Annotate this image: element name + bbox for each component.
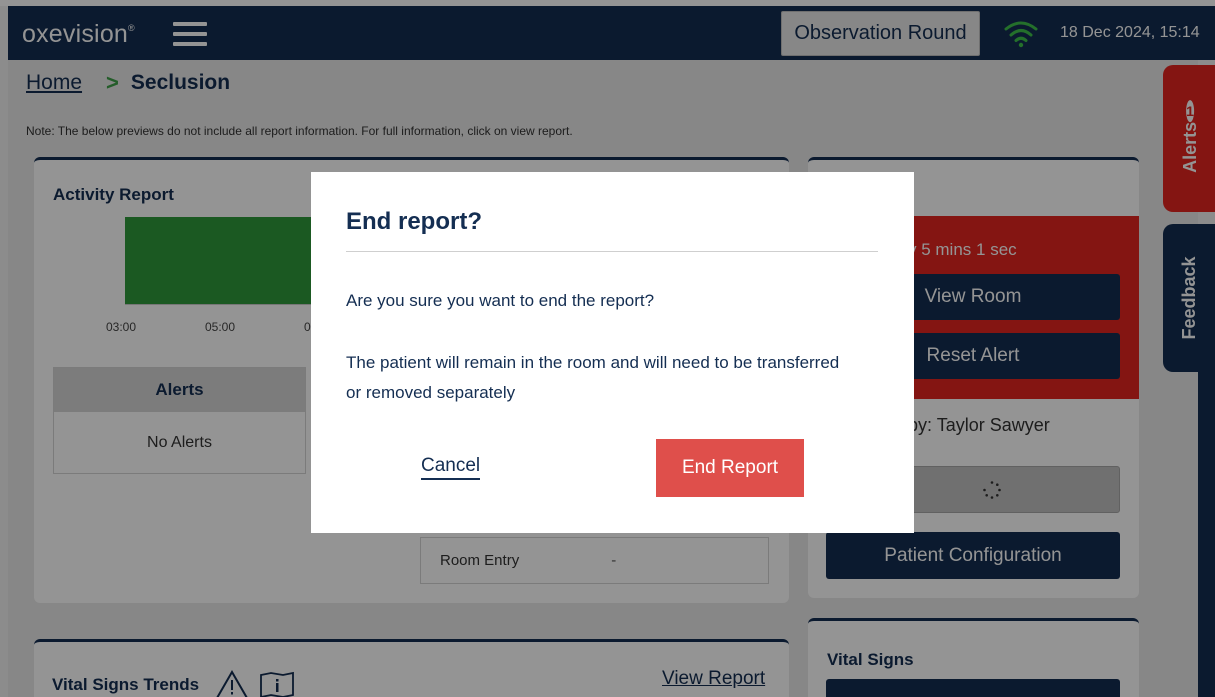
end-report-dialog: End report? Are you sure you want to end… bbox=[311, 172, 914, 533]
dialog-explanation: The patient will remain in the room and … bbox=[346, 353, 840, 402]
app-root: oxevision® Observation Round 18 Dec 2024… bbox=[0, 0, 1215, 697]
dialog-title: End report? bbox=[346, 208, 482, 235]
cancel-button[interactable]: Cancel bbox=[421, 455, 481, 480]
dialog-divider bbox=[346, 251, 878, 252]
dialog-question: Are you sure you want to end the report? bbox=[346, 291, 655, 310]
end-report-button[interactable]: End Report bbox=[656, 439, 804, 497]
